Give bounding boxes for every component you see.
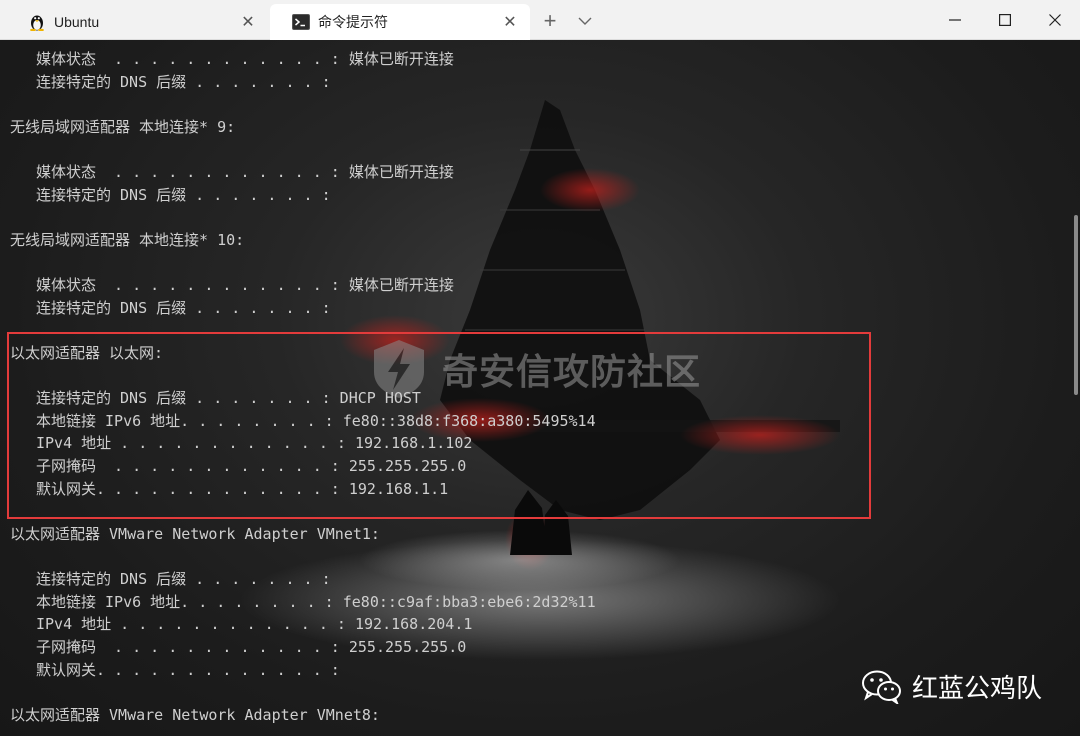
output-line: 媒体状态 . . . . . . . . . . . . : 媒体已断开连接 (36, 50, 454, 68)
output-line: 媒体状态 . . . . . . . . . . . . : 媒体已断开连接 (36, 276, 454, 294)
brand-text: 红蓝公鸡队 (912, 674, 1043, 704)
output-line: 以太网适配器 以太网: (10, 344, 164, 362)
new-tab-button[interactable]: + (538, 8, 562, 34)
close-tab-icon[interactable]: ✕ (238, 12, 258, 32)
output-line: 连接特定的 DNS 后缀 . . . . . . . : DHCP HOST (36, 389, 421, 407)
output-line: IPv4 地址 . . . . . . . . . . . . : 192.16… (36, 615, 473, 633)
title-bar: Ubuntu ✕ 命令提示符 ✕ + (0, 0, 1080, 40)
tab-ubuntu[interactable]: Ubuntu ✕ (6, 4, 268, 40)
maximize-icon[interactable] (980, 0, 1030, 40)
brand-watermark: 红蓝公鸡队 (862, 668, 1042, 705)
output-line: 连接特定的 DNS 后缀 . . . . . . . : (36, 570, 331, 588)
linux-penguin-icon (28, 13, 46, 31)
chevron-down-icon[interactable] (573, 8, 597, 34)
output-line: 默认网关. . . . . . . . . . . . . : 192.168.… (36, 480, 449, 498)
close-tab-icon[interactable]: ✕ (500, 12, 520, 32)
output-line: 连接特定的 DNS 后缀 . . . . . . . : (36, 299, 331, 317)
tab-label: Ubuntu (54, 14, 100, 30)
output-line: 无线局域网适配器 本地连接* 9: (10, 118, 236, 136)
output-line: 子网掩码 . . . . . . . . . . . . : 255.255.2… (36, 638, 467, 656)
scrollbar-thumb[interactable] (1074, 215, 1078, 395)
output-line: 以太网适配器 VMware Network Adapter VMnet8: (10, 706, 380, 724)
wechat-icon (862, 670, 901, 704)
close-icon[interactable] (1030, 0, 1080, 40)
output-line: 本地链接 IPv6 地址. . . . . . . . : fe80::38d8… (36, 412, 596, 430)
tab-command-prompt[interactable]: 命令提示符 ✕ (270, 4, 530, 40)
terminal-output[interactable]: 奇安信攻防社区 媒体状态 . . . . . . . . . . . . : 媒… (0, 40, 1080, 736)
output-line: 连接特定的 DNS 后缀 . . . . . . . : (36, 186, 331, 204)
output-line: IPv4 地址 . . . . . . . . . . . . : 192.16… (36, 434, 473, 452)
output-line: 媒体状态 . . . . . . . . . . . . : 媒体已断开连接 (36, 163, 454, 181)
terminal-icon (292, 13, 310, 31)
minimize-icon[interactable] (930, 0, 980, 40)
output-line: 默认网关. . . . . . . . . . . . . : (36, 661, 340, 679)
output-line: 连接特定的 DNS 后缀 . . . . . . . : (36, 73, 331, 91)
output-line: 子网掩码 . . . . . . . . . . . . : 255.255.2… (36, 457, 467, 475)
output-line: 无线局域网适配器 本地连接* 10: (10, 231, 245, 249)
tab-label: 命令提示符 (318, 14, 388, 30)
output-line: 本地链接 IPv6 地址. . . . . . . . : fe80::c9af… (36, 593, 596, 611)
output-line: 以太网适配器 VMware Network Adapter VMnet1: (10, 525, 380, 543)
